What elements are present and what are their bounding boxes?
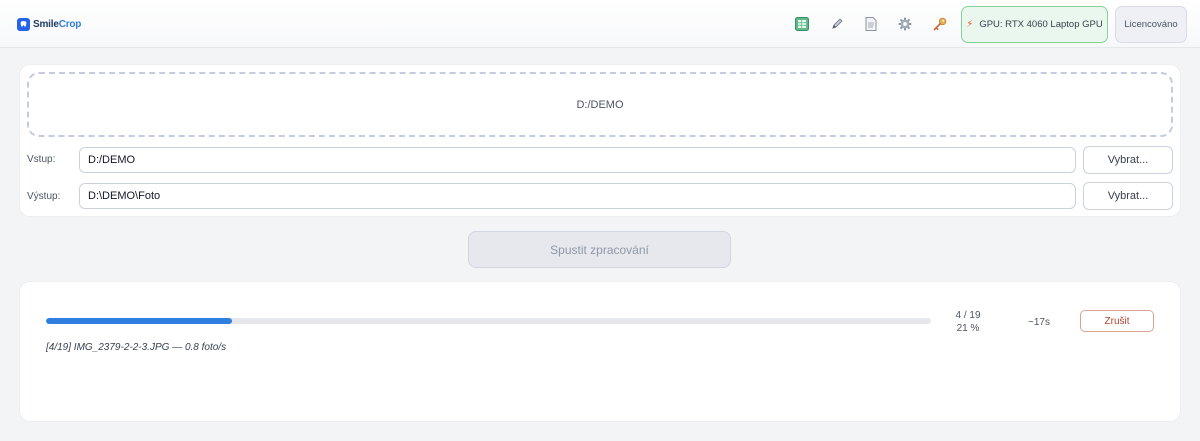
eta-text: ~17s (1028, 317, 1050, 328)
gpu-label: GPU: RTX 4060 Laptop GPU (979, 19, 1103, 30)
progress-counter: 4 / 19 21 % (948, 309, 988, 335)
spreadsheet-icon[interactable] (794, 16, 810, 32)
output-path-field[interactable] (79, 183, 1076, 209)
pencil-icon[interactable] (829, 16, 845, 32)
document-icon[interactable] (863, 16, 879, 32)
progress-bar-fill (46, 318, 232, 324)
tooth-logo-icon (17, 17, 30, 31)
app-logo: SmileCrop (17, 16, 81, 32)
app-title: SmileCrop (33, 18, 82, 30)
progress-percent: 21 % (956, 323, 980, 334)
gpu-status-badge: ⚡ GPU: RTX 4060 Laptop GPU (961, 6, 1108, 43)
input-label: Vstup: (27, 154, 56, 165)
start-processing-button[interactable]: Spustit zpracování (468, 231, 731, 268)
folder-dropzone[interactable]: D:/DEMO (27, 72, 1173, 137)
progress-status-text: [4/19] IMG_2379-2-2-3.JPG — 0.8 foto/s (46, 342, 227, 353)
progress-bar (46, 318, 931, 324)
cancel-button[interactable]: Zrušit (1080, 310, 1154, 332)
io-card: D:/DEMO Vstup: Vybrat... Výstup: Vybrat.… (20, 65, 1180, 216)
progress-count: 4 / 19 (955, 310, 981, 321)
key-icon[interactable] (932, 16, 948, 32)
app-header: SmileCrop ⚡ GPU: RTX 4060 Laptop GPU Lic… (0, 0, 1200, 48)
pick-output-button[interactable]: Vybrat... (1083, 182, 1173, 210)
input-path-field[interactable] (79, 147, 1076, 173)
gear-icon[interactable] (897, 16, 913, 32)
progress-card: 4 / 19 21 % ~17s Zrušit [4/19] IMG_2379-… (20, 282, 1180, 421)
license-badge[interactable]: Licencováno (1115, 6, 1187, 43)
pick-input-button[interactable]: Vybrat... (1083, 146, 1173, 174)
output-label: Výstup: (27, 191, 61, 202)
lightning-icon: ⚡ (966, 19, 974, 30)
